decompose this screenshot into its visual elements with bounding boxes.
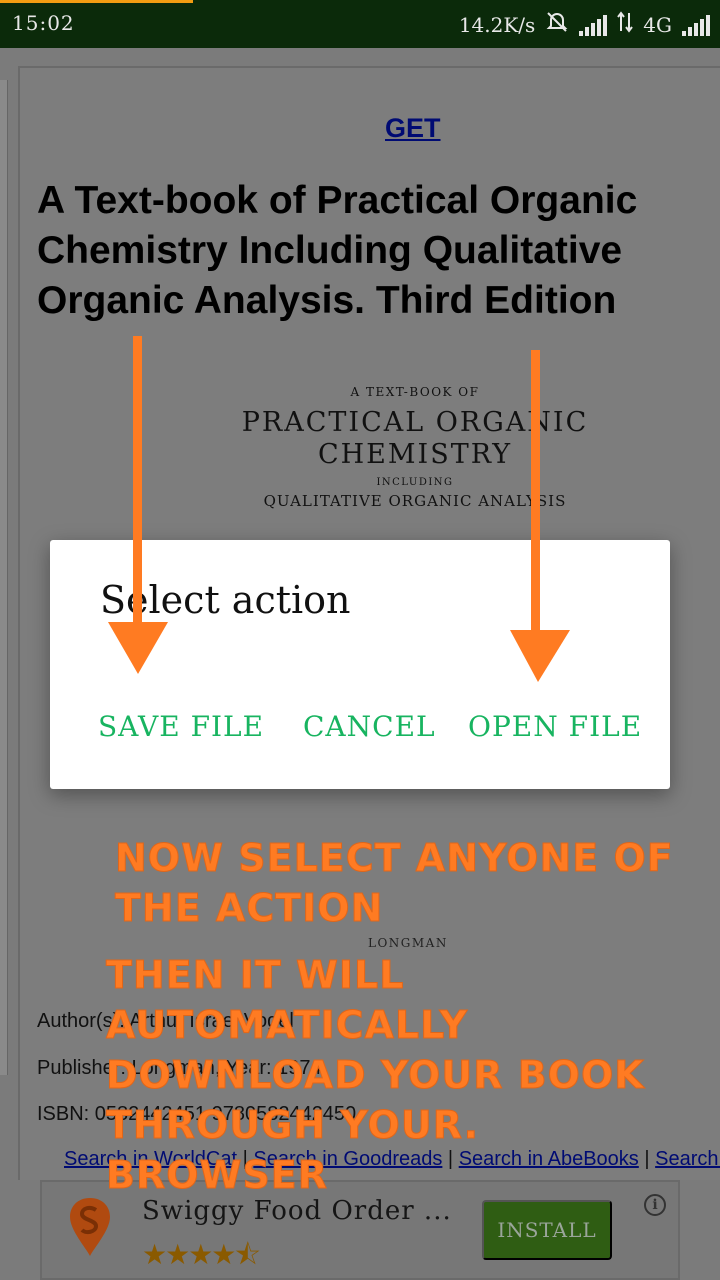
install-button[interactable]: INSTALL	[482, 1200, 612, 1260]
get-link[interactable]: GET	[385, 113, 441, 144]
signal-icon	[682, 14, 710, 36]
signal-icon	[579, 14, 608, 36]
cancel-button[interactable]: CANCEL	[303, 710, 436, 743]
annotation-arrow-icon	[108, 336, 168, 674]
annotation-text: NOW SELECT ANYONE OF THE ACTION	[115, 836, 674, 931]
status-bar: 15:02 14.2K/s 4G	[0, 0, 720, 48]
ad-app-name: Swiggy Food Order ...	[142, 1196, 452, 1226]
clock: 15:02	[12, 11, 75, 35]
swiggy-logo-icon	[70, 1198, 110, 1256]
network-speed: 14.2K/s	[458, 12, 536, 37]
network-type: 4G	[643, 12, 672, 37]
cover-publisher-mark: LONGMAN	[368, 936, 448, 950]
open-file-button[interactable]: OPEN FILE	[468, 710, 642, 743]
annotation-text: THEN IT WILL AUTOMATICALLY DOWNLOAD YOUR…	[106, 953, 645, 1198]
side-panel-edge	[0, 80, 8, 1075]
annotation-arrow-icon	[510, 350, 570, 682]
ad-rating-stars: ★★★★⯪	[142, 1238, 261, 1271]
save-file-button[interactable]: SAVE FILE	[98, 710, 264, 743]
page-load-progress	[0, 0, 193, 3]
book-title: A Text-book of Practical Organic Chemist…	[37, 179, 638, 322]
status-icons: 14.2K/s 4G	[459, 10, 710, 39]
data-arrows-icon	[617, 11, 634, 38]
mute-icon	[545, 10, 569, 39]
